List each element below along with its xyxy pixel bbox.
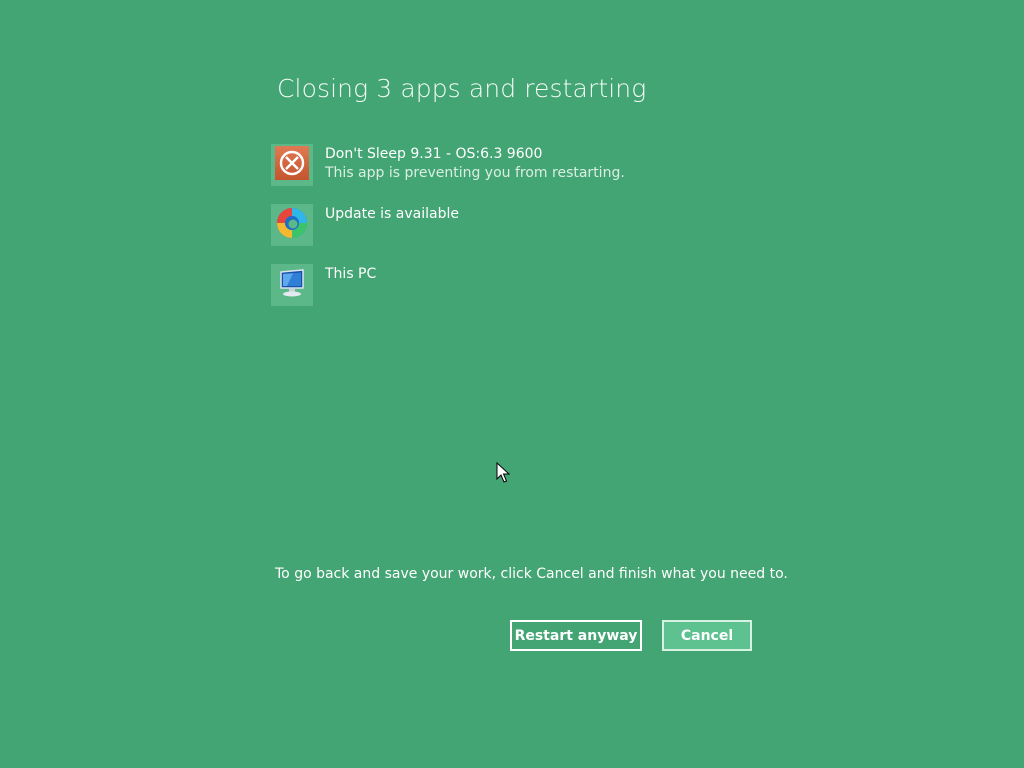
list-item: Update is available	[271, 204, 751, 246]
edge-browser-icon	[275, 206, 309, 244]
list-item: This PC	[271, 264, 751, 306]
app-status: This app is preventing you from restarti…	[325, 165, 625, 181]
app-text: Update is available	[325, 205, 745, 224]
app-name: This PC	[325, 266, 377, 282]
cancel-button[interactable]: Cancel	[662, 620, 752, 651]
blocked-circle-icon	[275, 146, 309, 184]
app-name: Don't Sleep 9.31 - OS:6.3 9600	[325, 146, 543, 162]
app-text: Don't Sleep 9.31 - OS:6.3 9600 This app …	[325, 145, 745, 183]
restart-anyway-button[interactable]: Restart anyway	[510, 620, 642, 651]
mouse-pointer-icon	[496, 461, 511, 484]
computer-monitor-icon	[275, 266, 309, 304]
footer-message: To go back and save your work, click Can…	[275, 566, 788, 582]
app-text: This PC	[325, 265, 745, 284]
list-item: Don't Sleep 9.31 - OS:6.3 9600 This app …	[271, 144, 751, 186]
app-icon-tile	[271, 144, 313, 186]
restart-screen: Closing 3 apps and restarting Don't Slee…	[0, 0, 1024, 768]
app-name: Update is available	[325, 206, 459, 222]
page-title: Closing 3 apps and restarting	[277, 74, 647, 103]
app-icon-tile	[271, 204, 313, 246]
app-icon-tile	[271, 264, 313, 306]
